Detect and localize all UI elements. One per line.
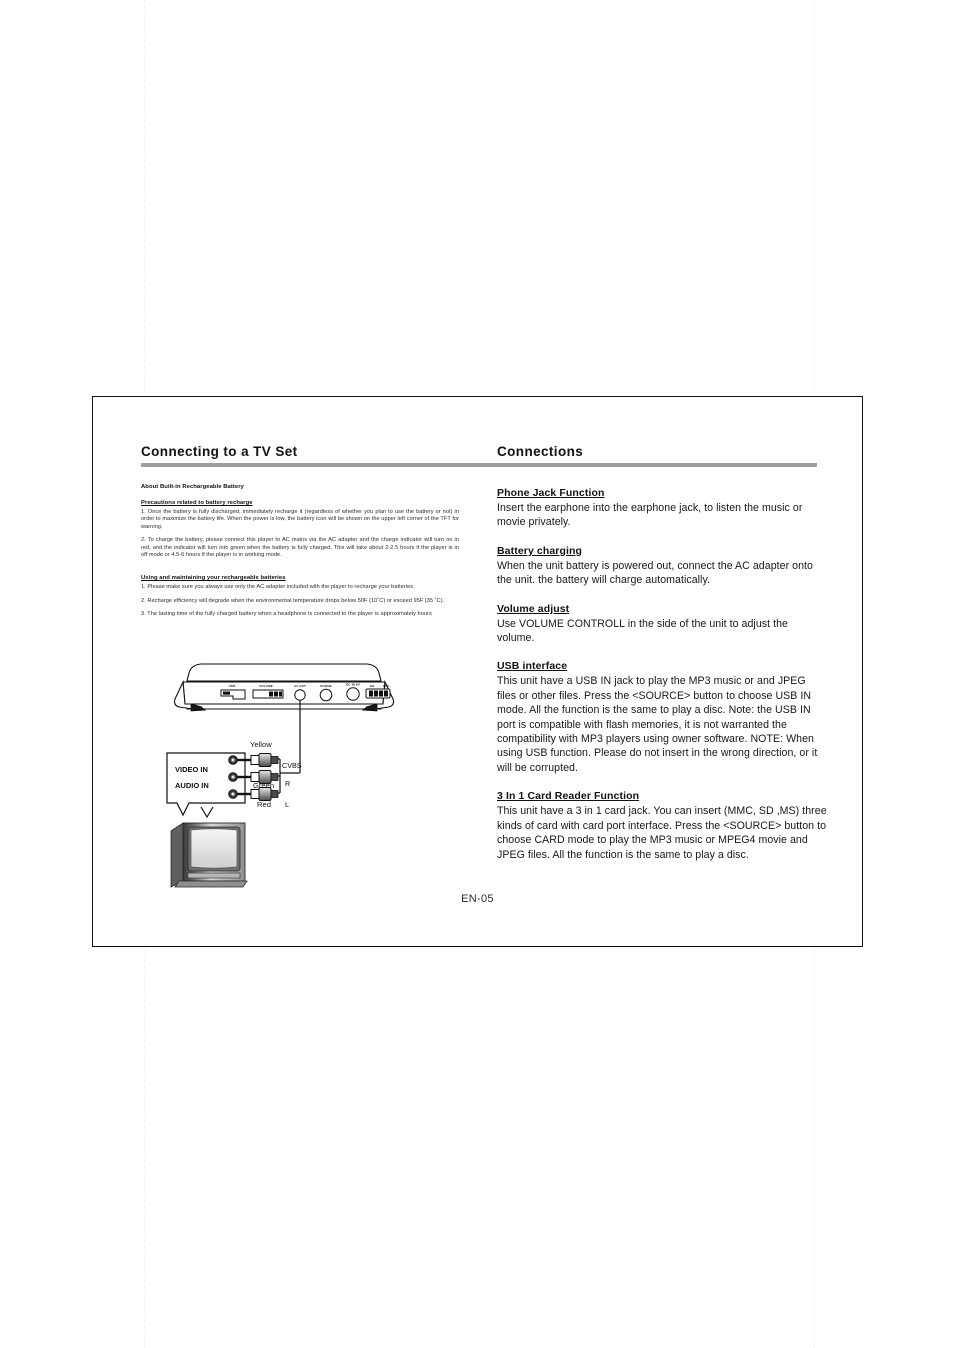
tv-label-audio-in: AUDIO IN: [175, 781, 209, 790]
maintaining-section-heading: Using and maintaining your rechargeable …: [141, 575, 286, 582]
panel-label-usb: USB: [229, 684, 236, 688]
signal-label-cvbs: CVBS: [282, 761, 302, 770]
battery-section: About Built-in Rechargeable Battery Prec…: [141, 483, 459, 559]
phone-jack-icon: [319, 688, 333, 702]
section-battery-charging-body: When the unit battery is powered out, co…: [497, 559, 813, 587]
panel-label-off: OFF -: [383, 684, 392, 688]
plug-label-yellow: Yellow: [250, 740, 272, 749]
battery-section-heading: About Built-in Rechargeable Battery: [141, 484, 244, 490]
panel-label-dc-in: DC IN 9V: [346, 683, 361, 687]
panel-label-phone: PHONE: [320, 684, 332, 688]
section-battery-charging-heading: Battery charging: [497, 544, 583, 557]
section-card-reader-body: This unit have a 3 in 1 card jack. You c…: [497, 805, 827, 861]
page-title-left: Connecting to a TV Set: [141, 444, 298, 459]
maintaining-paragraph-1: 1. Please make sure you always use only …: [141, 584, 415, 591]
battery-paragraph-2: 2. To charge the battery, please connect…: [141, 537, 459, 559]
battery-paragraph-1: 1. Once the battery is fully discharged,…: [141, 509, 459, 530]
player-rear-panel-illustration: [173, 663, 395, 712]
section-card-reader-heading: 3 In 1 Card Reader Function: [497, 790, 640, 803]
panel-label-av-out: AV OUT: [294, 684, 306, 688]
section-phone-jack: Phone Jack Function Insert the earphone …: [497, 483, 827, 530]
panel-label-on: - ON: [368, 684, 376, 688]
section-volume-adjust: Volume adjust Use VOLUME CONTROLL in the…: [497, 599, 827, 646]
section-battery-charging: Battery charging When the unit battery i…: [497, 541, 827, 588]
panel-label-volume: VOLUME: [259, 684, 273, 688]
page-frame: Connecting to a TV Set Connections About…: [92, 396, 863, 947]
page-title-right: Connections: [497, 444, 584, 459]
plug-label-red: Red: [257, 800, 271, 809]
plug-label-green: Green: [253, 781, 274, 790]
connection-diagram: USB VOLUME AV OUT PHONE DC IN 9V - ON OF…: [161, 655, 461, 895]
section-phone-jack-body: Insert the earphone into the earphone ja…: [497, 502, 803, 529]
maintaining-paragraph-2: 2. Recharge efficiency will degrade when…: [141, 597, 445, 604]
power-switch-icon: [365, 688, 391, 699]
section-phone-jack-heading: Phone Jack Function: [497, 487, 605, 499]
section-usb-interface-body: This unit have a USB IN jack to play the…: [497, 675, 818, 774]
volume-slider-icon: [252, 689, 284, 699]
rca-plugs: [237, 753, 279, 801]
header-titles: Connecting to a TV Set Connections: [141, 437, 817, 459]
header-rule: [141, 463, 817, 467]
connection-arrow: [200, 806, 214, 819]
maintaining-paragraph-3: 3. The lasting time of the fully charged…: [141, 611, 432, 618]
signal-label-r: R: [285, 779, 290, 788]
maintaining-section: Using and maintaining your rechargeable …: [141, 566, 459, 618]
section-volume-adjust-body: Use VOLUME CONTROLL in the side of the u…: [497, 617, 788, 645]
crt-television-illustration: [170, 822, 248, 888]
battery-section-subheading: Precautions related to battery recharge: [141, 500, 253, 506]
av-out-jack-icon: [294, 689, 306, 701]
section-usb-interface-heading: USB interface: [497, 660, 568, 673]
tv-rca-sockets: [228, 755, 238, 799]
signal-label-l: L: [285, 800, 289, 809]
right-column: Phone Jack Function Insert the earphone …: [497, 483, 827, 873]
tv-input-panel: VIDEO IN AUDIO IN: [166, 752, 246, 817]
left-column: About Built-in Rechargeable Battery Prec…: [141, 483, 459, 626]
section-volume-adjust-heading: Volume adjust: [497, 602, 570, 615]
section-usb-interface: USB interface This unit have a USB IN ja…: [497, 656, 827, 775]
page-footer: EN-05: [461, 893, 494, 905]
section-card-reader: 3 In 1 Card Reader Function This unit ha…: [497, 786, 827, 862]
tv-label-video-in: VIDEO IN: [175, 765, 208, 774]
dc-in-jack-icon: [346, 687, 360, 701]
page-header: Connecting to a TV Set Connections: [141, 437, 817, 467]
